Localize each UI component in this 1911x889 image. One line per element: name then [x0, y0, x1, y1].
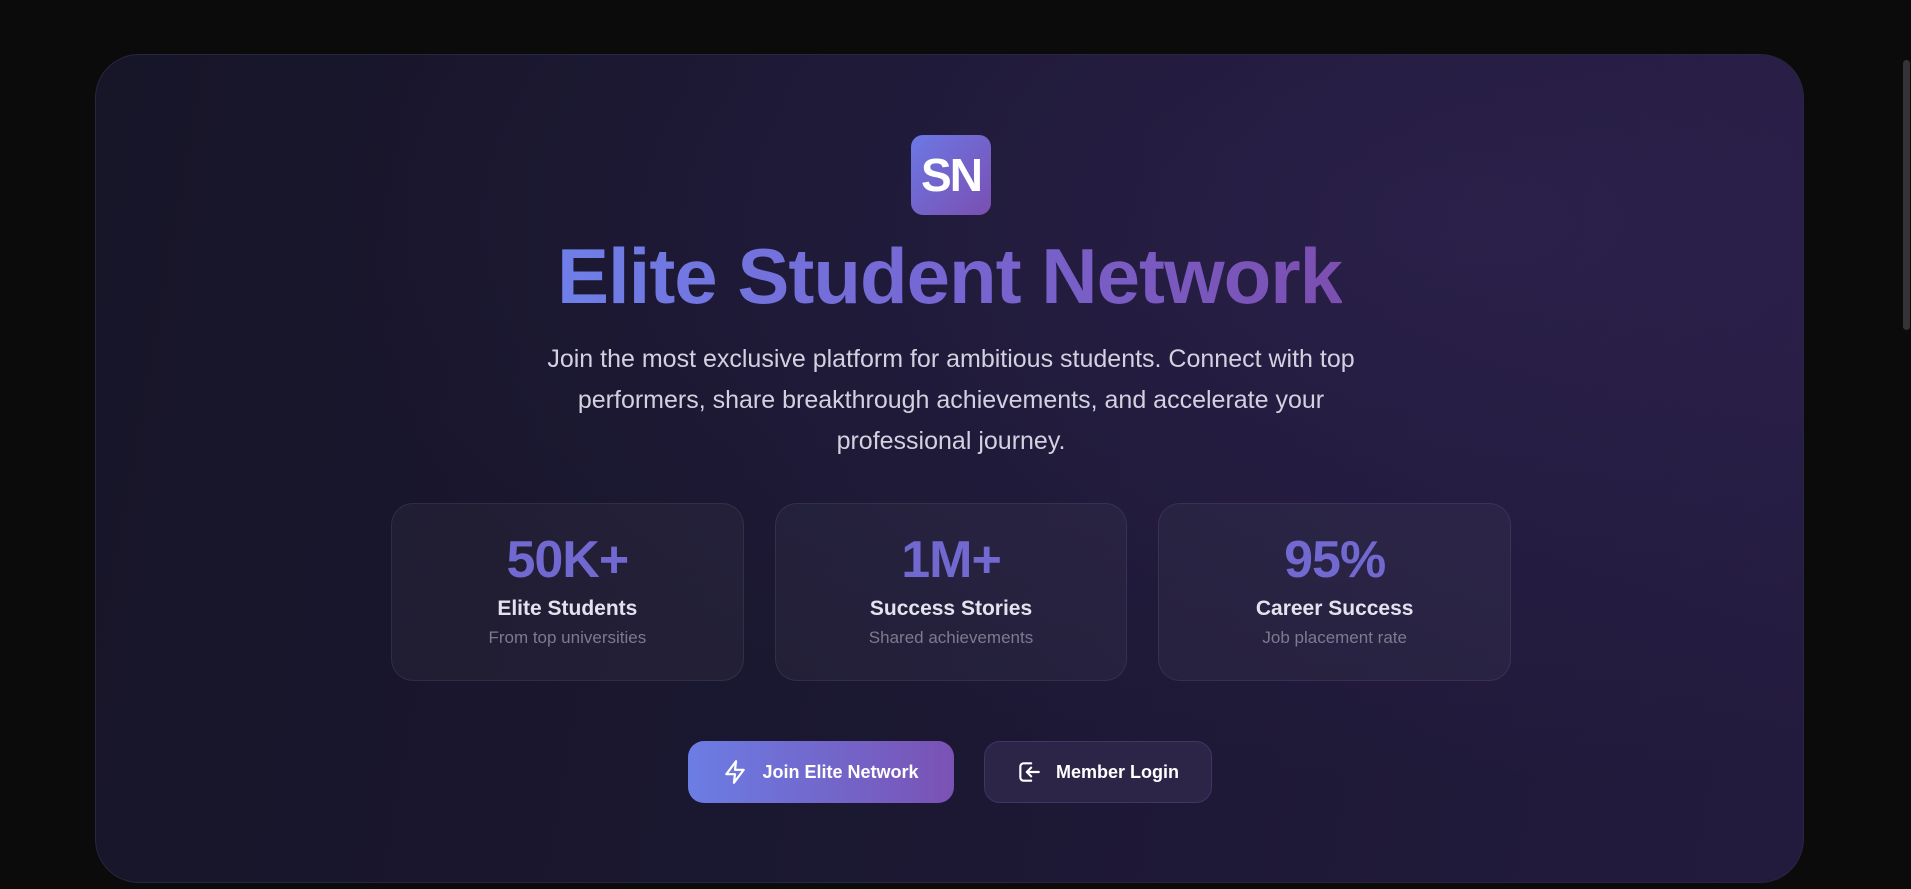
- hero-card: SN Elite Student Network Join the most e…: [95, 54, 1804, 883]
- login-icon: [1019, 762, 1040, 782]
- join-network-label: Join Elite Network: [762, 761, 919, 782]
- member-login-label: Member Login: [1055, 761, 1179, 782]
- page: SN Elite Student Network Join the most e…: [0, 0, 1911, 889]
- hero-subtitle: Join the most exclusive platform for amb…: [547, 345, 1355, 455]
- stat-value: 1M+: [901, 531, 1002, 589]
- stat-label: Success Stories: [869, 597, 1033, 620]
- stat-value: 50K+: [506, 531, 629, 589]
- logo: SN: [911, 135, 991, 215]
- stat-label: Career Success: [1255, 597, 1414, 620]
- stat-value: 95%: [1284, 531, 1386, 589]
- scrollbar-thumb[interactable]: [1903, 60, 1910, 330]
- stat-description: From top universities: [488, 628, 647, 647]
- cta-buttons: Join Elite Network Member Login: [96, 741, 1803, 803]
- stat-description: Job placement rate: [1262, 628, 1407, 647]
- logo-text: SN: [921, 149, 983, 201]
- stats-row: 50K+ Elite Students From top universitie…: [391, 503, 1512, 681]
- page-title-text: Elite Student Network: [556, 232, 1343, 320]
- stat-card-stories: 1M+ Success Stories Shared achievements: [774, 503, 1128, 681]
- page-title: Elite Student Network: [96, 231, 1803, 321]
- join-network-button[interactable]: Join Elite Network: [687, 741, 954, 803]
- lightning-icon: [725, 760, 746, 784]
- page-scrollbar[interactable]: [1902, 0, 1911, 889]
- stat-description: Shared achievements: [868, 628, 1034, 647]
- member-login-button[interactable]: Member Login: [983, 741, 1212, 803]
- stat-card-career: 95% Career Success Job placement rate: [1158, 503, 1512, 681]
- stat-label: Elite Students: [497, 597, 638, 620]
- stat-card-students: 50K+ Elite Students From top universitie…: [391, 503, 744, 681]
